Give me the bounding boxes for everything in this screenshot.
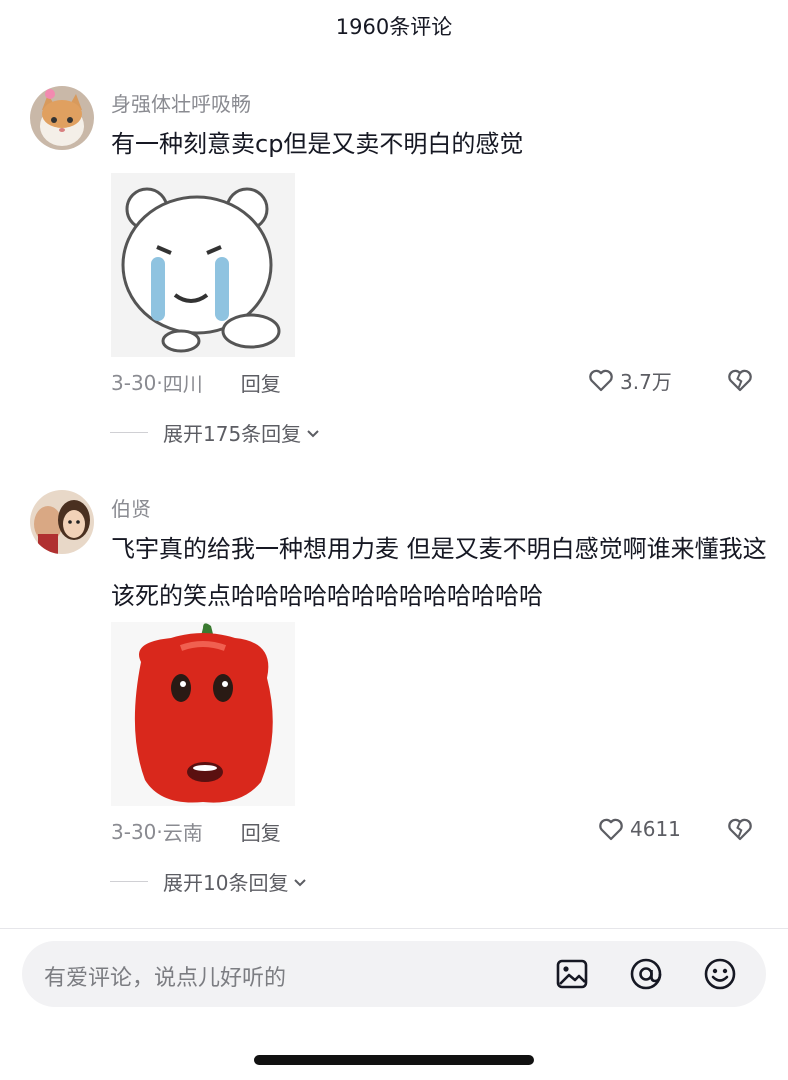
chevron-down-icon — [294, 878, 307, 886]
like-button[interactable]: 4611 — [596, 814, 681, 844]
comment-input[interactable]: 有爱评论，说点儿好听的 — [44, 960, 286, 992]
red-pepper-face-sticker[interactable] — [111, 622, 295, 806]
expand-replies-button[interactable]: 展开10条回复 — [110, 867, 308, 896]
heart-icon — [599, 818, 623, 841]
comment-text: 飞宇真的给我一种想用力麦 但是又麦不明白感觉啊谁来懂我这该死的笑点哈哈哈哈哈哈哈… — [111, 535, 767, 610]
comments-header: 1960条评论 — [0, 0, 788, 52]
crying-bear-sticker[interactable] — [111, 173, 295, 357]
like-count: 4611 — [630, 817, 681, 841]
comment-meta: 3-30 · 四川 回复 — [111, 368, 281, 397]
reply-button[interactable]: 回复 — [241, 817, 281, 846]
comment-location: 云南 — [162, 821, 203, 845]
username[interactable]: 身强体壮呼吸畅 — [111, 88, 251, 117]
dislike-button[interactable] — [724, 814, 756, 848]
dislike-button[interactable] — [724, 365, 756, 399]
comment-input-bar[interactable]: 有爱评论，说点儿好听的 — [22, 941, 766, 1007]
mention-icon[interactable] — [628, 956, 664, 992]
expand-replies-label: 展开10条回复 — [163, 871, 289, 895]
username[interactable]: 伯贤 — [111, 493, 151, 522]
like-count: 3.7万 — [620, 369, 672, 394]
broken-heart-icon — [728, 369, 752, 392]
home-indicator[interactable] — [254, 1055, 534, 1065]
heart-icon — [589, 369, 613, 392]
avatar[interactable] — [30, 490, 94, 554]
like-button[interactable]: 3.7万 — [586, 365, 672, 395]
expand-replies-label: 展开175条回复 — [163, 422, 302, 446]
chevron-down-icon — [307, 429, 319, 437]
expand-replies-button[interactable]: 展开175条回复 — [110, 418, 321, 447]
expand-divider-line — [110, 881, 148, 882]
emoji-icon[interactable] — [702, 956, 738, 992]
broken-heart-icon — [728, 818, 752, 841]
comment-date: 3-30 — [111, 819, 157, 844]
reply-button[interactable]: 回复 — [241, 368, 281, 397]
comments-count-title: 1960条评论 — [335, 15, 453, 39]
expand-divider-line — [110, 432, 148, 433]
avatar[interactable] — [30, 86, 94, 150]
image-picker-icon[interactable] — [554, 956, 590, 992]
comment-meta: 3-30 · 云南 回复 — [111, 817, 281, 846]
input-divider — [0, 928, 788, 929]
comment-text: 有一种刻意卖cp但是又卖不明白的感觉 — [111, 130, 524, 158]
comment-date: 3-30 — [111, 370, 157, 395]
comment-location: 四川 — [162, 372, 203, 396]
